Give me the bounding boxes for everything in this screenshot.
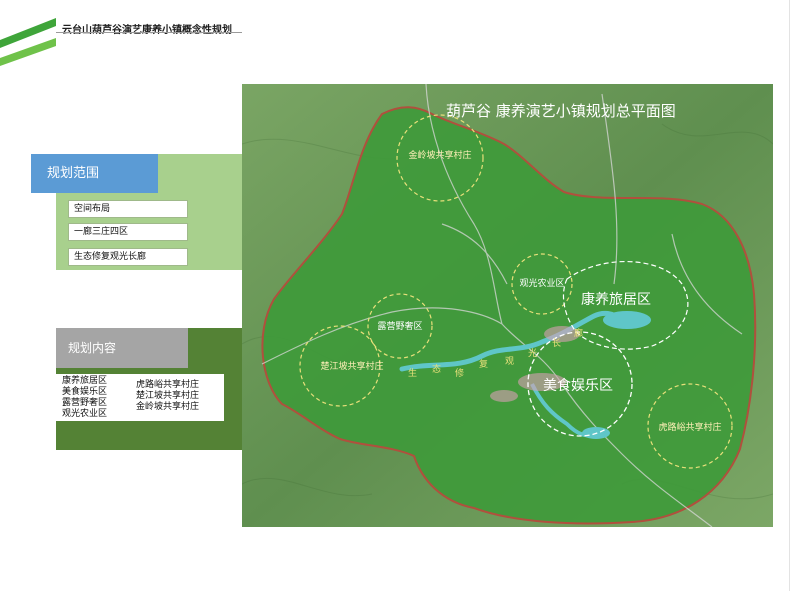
content-item: 康养旅居区 [62,376,108,386]
corridor-char: 生 [408,367,417,379]
corridor-char: 复 [479,358,488,370]
content-item: 露营野奢区 [62,398,108,408]
corridor-char: 修 [455,367,464,379]
zone-label-jinlingpo: 金岭坡共享村庄 [408,149,471,161]
logo-chevron-icon [0,18,56,68]
master-plan-map: 葫芦谷 康养演艺小镇规划总平面图 金岭坡共享村庄 观光农业区 康养旅居区 露营野… [242,84,773,527]
corridor-char: 观 [505,356,514,367]
lake-upper [603,311,651,329]
scope-item: 一廊三庄四区 [68,223,188,241]
content-column-villages: 虎路峪共享村庄 楚江坡共享村庄 金岭坡共享村庄 [136,380,224,418]
zone-label-camping: 露营野奢区 [377,320,422,332]
corridor-char: 态 [432,363,441,375]
corridor-char: 廊 [574,327,583,339]
content-column-zones: 康养旅居区 美食娱乐区 露营野奢区 观光农业区 [62,376,107,420]
corridor-char: 长 [552,337,561,349]
content-heading: 规划内容 [56,328,188,368]
zone-label-hulu: 虎路峪共享村庄 [658,421,721,433]
title-divider [56,32,242,33]
zone-label-food: 美食娱乐区 [543,377,613,394]
content-item: 美食娱乐区 [62,387,108,397]
scope-item: 生态修复观光长廊 [68,248,188,266]
page-title: 云台山葫芦谷演艺康养小镇概念性规划 [62,25,232,36]
scope-item: 空间布局 [68,200,188,218]
content-item: 虎路峪共享村庄 [136,380,200,390]
zone-label-kangyang: 康养旅居区 [581,291,651,308]
scope-heading: 规划范围 [31,154,158,193]
map-title: 葫芦谷 康养演艺小镇规划总平面图 [446,102,676,120]
slide-edge-line [789,0,790,591]
zone-label-agri: 观光农业区 [519,277,564,289]
corridor-char: 光 [528,347,537,359]
content-item: 观光农业区 [62,409,108,419]
content-item: 金岭坡共享村庄 [136,402,200,412]
zone-label-chujiangpo: 楚江坡共享村庄 [320,360,383,372]
content-item: 楚江坡共享村庄 [136,391,200,401]
